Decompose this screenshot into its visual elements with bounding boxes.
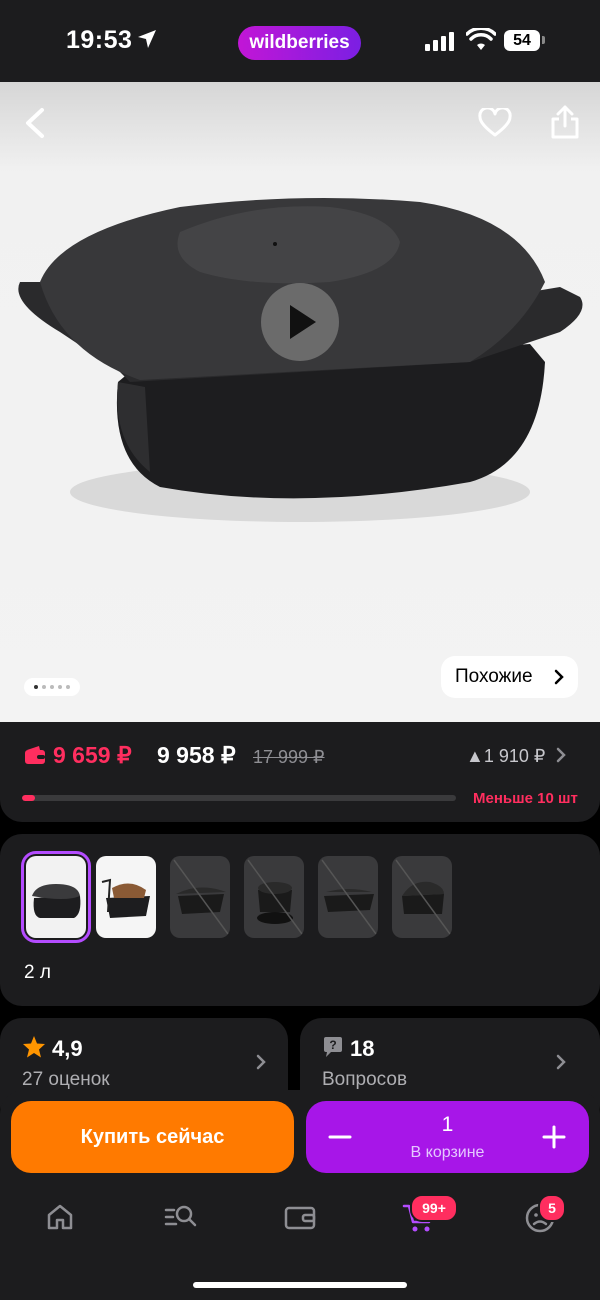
page-dot xyxy=(58,685,62,689)
gallery-page-indicator xyxy=(24,678,80,696)
rating-count: 27 оценок xyxy=(22,1069,110,1090)
tab-home[interactable] xyxy=(45,1202,75,1237)
questions-count: 18 xyxy=(350,1036,375,1061)
profile-badge: 5 xyxy=(538,1194,566,1222)
current-price: 9 958 ₽ xyxy=(157,742,236,768)
chevron-right-icon[interactable] xyxy=(556,747,566,763)
location-arrow-icon xyxy=(138,30,156,48)
wallet-price: 9 659 ₽ xyxy=(53,742,132,768)
variant-image xyxy=(32,884,81,918)
wifi-icon xyxy=(466,28,496,50)
variant-image xyxy=(321,859,377,935)
stock-progress-bar xyxy=(22,795,456,801)
home-indicator xyxy=(193,1282,407,1288)
old-price: 17 999 ₽ xyxy=(253,747,325,767)
status-bar: 19:53 wildberries 54 xyxy=(0,0,600,82)
back-button[interactable] xyxy=(22,106,48,145)
price-card[interactable]: 9 659 ₽ 9 958 ₽ 17 999 ₽ ▲1 910 ₽ Меньше… xyxy=(0,722,600,822)
battery-indicator: 54 xyxy=(504,30,540,51)
favorite-button[interactable] xyxy=(478,106,512,143)
variants-card: 2 л xyxy=(0,834,600,1006)
variant-image xyxy=(395,859,451,935)
plus-icon[interactable] xyxy=(542,1125,566,1149)
share-button[interactable] xyxy=(549,104,581,145)
variant-thumb[interactable] xyxy=(21,851,91,943)
selected-size: 2 л xyxy=(24,962,51,983)
stock-progress-fill xyxy=(22,795,36,801)
cart-quantity-control: 1 В корзине xyxy=(306,1101,589,1173)
product-photo xyxy=(18,198,583,522)
variant-image xyxy=(173,859,229,935)
rating-value: 4,9 xyxy=(52,1036,83,1061)
chevron-left-icon xyxy=(26,108,44,138)
stock-label: Меньше 10 шт xyxy=(473,790,578,807)
chevron-right-icon xyxy=(554,669,564,685)
wallet-icon xyxy=(284,1206,316,1230)
page-dot xyxy=(34,685,38,689)
wb-wallet-icon xyxy=(25,746,45,764)
chevron-right-icon xyxy=(556,1054,566,1070)
catalog-search-icon xyxy=(164,1205,197,1227)
chevron-right-icon xyxy=(256,1054,266,1070)
play-icon xyxy=(290,305,316,339)
home-icon xyxy=(47,1204,73,1230)
variant-image xyxy=(101,878,150,918)
purchase-bar: Купить сейчас 1 В корзине xyxy=(0,1090,600,1180)
variant-image xyxy=(247,859,303,935)
page-dot xyxy=(50,685,54,689)
tab-wallet[interactable] xyxy=(284,1202,316,1237)
variant-thumb-unavailable[interactable] xyxy=(170,856,230,938)
svg-text:?: ? xyxy=(329,1038,336,1052)
price-change: ▲1 910 ₽ xyxy=(466,746,546,766)
cart-badge: 99+ xyxy=(410,1194,458,1222)
play-video-button[interactable] xyxy=(261,283,339,361)
variant-thumb-unavailable[interactable] xyxy=(392,856,452,938)
similar-label: Похожие xyxy=(455,666,533,687)
buy-now-button[interactable]: Купить сейчас xyxy=(11,1101,294,1173)
cellular-signal-icon xyxy=(425,32,454,51)
variant-thumb[interactable] xyxy=(96,856,156,938)
product-image-gallery[interactable]: Похожие xyxy=(0,82,600,722)
status-time: 19:53 xyxy=(66,26,133,54)
brand-pill: wildberries xyxy=(238,26,361,60)
page-dot xyxy=(42,685,46,689)
heart-icon xyxy=(478,106,512,137)
similar-products-button[interactable]: Похожие xyxy=(441,656,578,698)
star-icon xyxy=(23,1036,45,1058)
questions-label: Вопросов xyxy=(322,1069,408,1090)
battery-tip xyxy=(542,36,545,44)
variant-thumb-unavailable[interactable] xyxy=(244,856,304,938)
share-icon xyxy=(551,105,579,139)
variant-thumb-unavailable[interactable] xyxy=(318,856,378,938)
tab-catalog[interactable] xyxy=(164,1202,198,1237)
question-bubble-icon: ? xyxy=(324,1037,342,1057)
page-dot xyxy=(66,685,70,689)
